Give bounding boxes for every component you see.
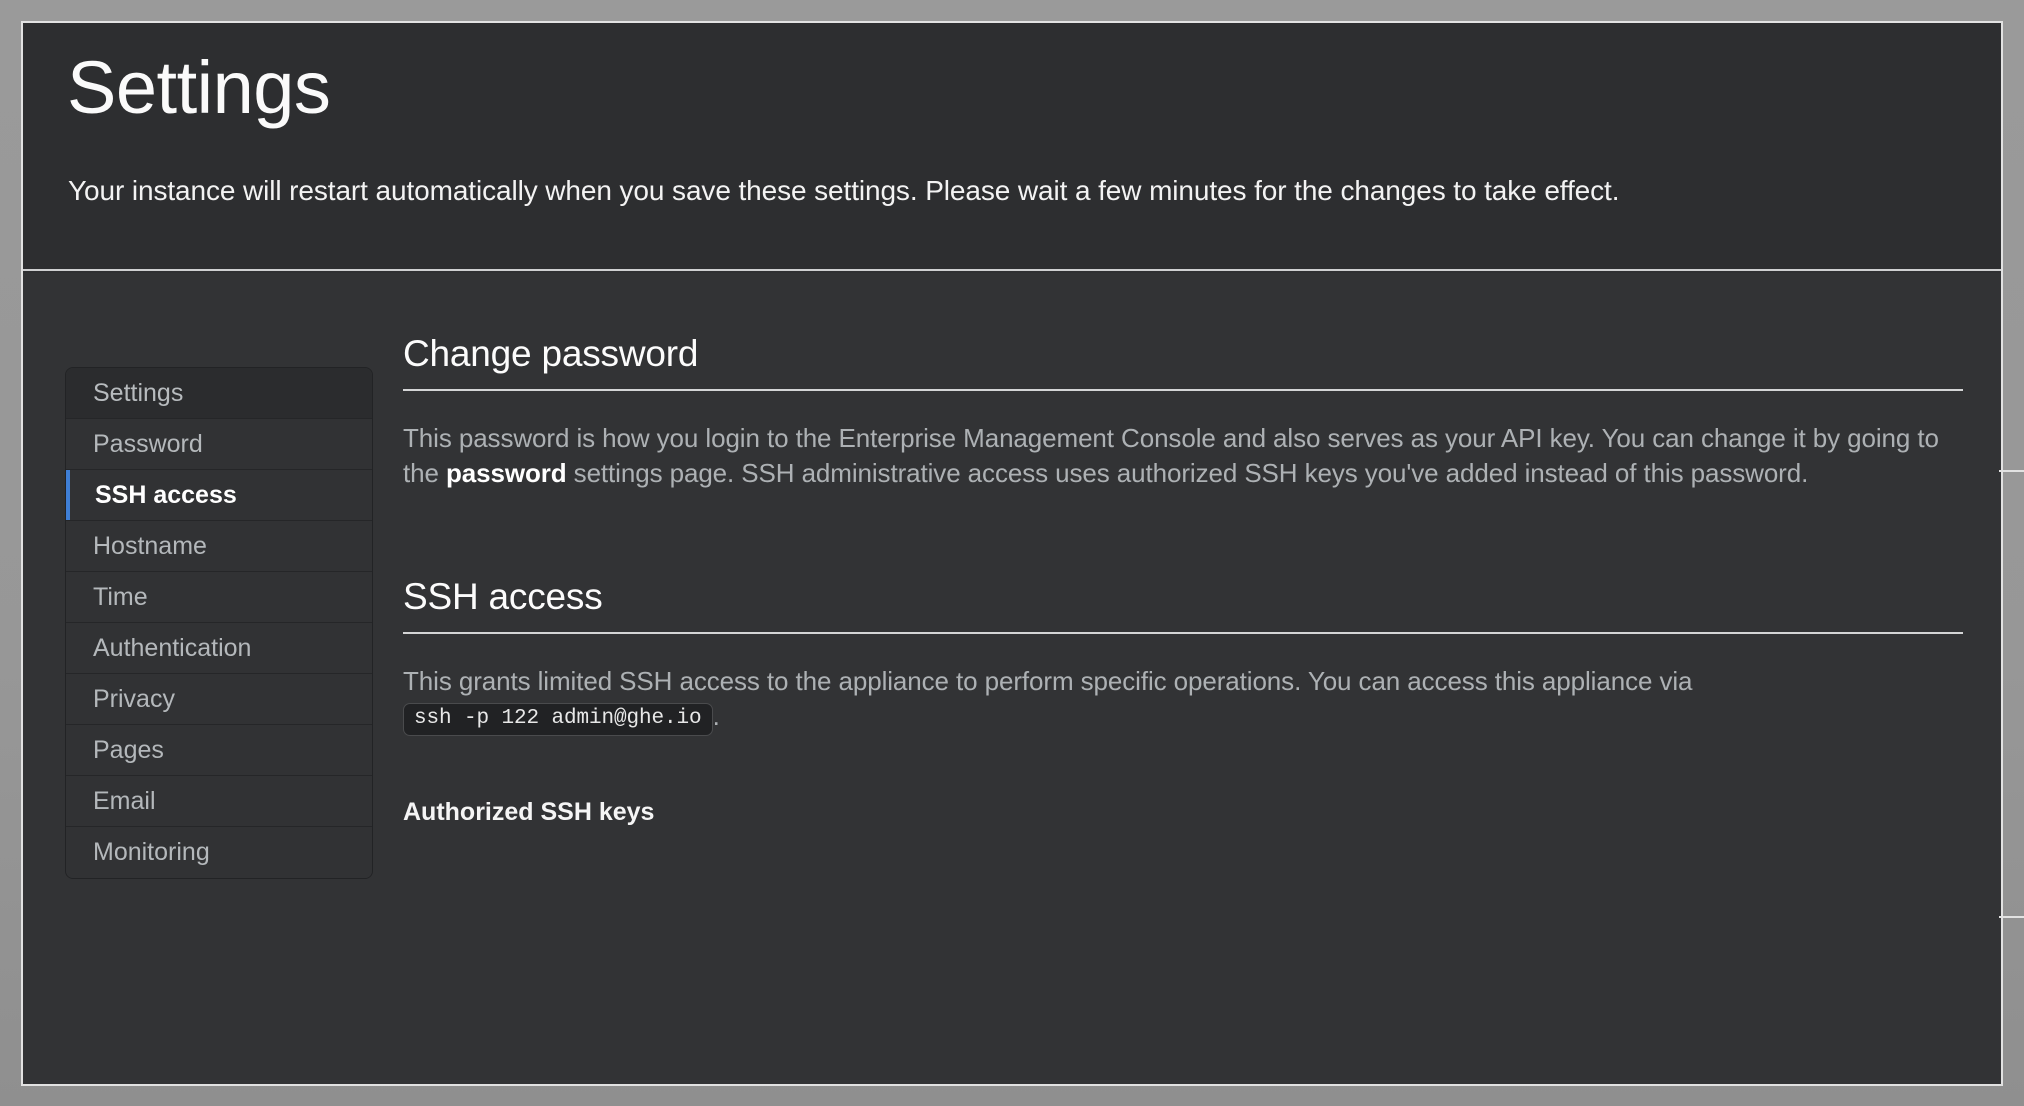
main-content: Change password This password is how you…: [403, 333, 1963, 827]
sidebar-item-monitoring[interactable]: Monitoring: [66, 827, 372, 878]
sidebar-item-label: Privacy: [93, 685, 175, 713]
sidebar-item-hostname[interactable]: Hostname: [66, 521, 372, 572]
description-text-after-link: settings page. SSH administrative access…: [566, 457, 1809, 488]
sidebar-item-label: Settings: [93, 379, 184, 407]
sidebar-item-label: Authentication: [93, 634, 252, 662]
ssh-command-snippet: ssh -p 122 admin@ghe.io: [403, 702, 713, 736]
sidebar-item-password[interactable]: Password: [66, 419, 372, 470]
settings-sidebar: Settings Password SSH access Hostname Ti…: [65, 367, 373, 879]
window-frame-rule-bottom: [1999, 916, 2024, 918]
sidebar-item-label: Time: [93, 583, 148, 611]
password-settings-link[interactable]: password: [446, 458, 567, 488]
page-header: Settings Your instance will restart auto…: [23, 23, 2001, 271]
page-title: Settings: [67, 46, 331, 129]
ssh-access-heading: SSH access: [403, 576, 603, 618]
sidebar-item-time[interactable]: Time: [66, 572, 372, 623]
sidebar-item-label: Hostname: [93, 532, 207, 560]
sidebar-item-ssh-access[interactable]: SSH access: [66, 470, 372, 521]
sidebar-item-label: Password: [93, 430, 203, 458]
sidebar-item-label: Email: [93, 787, 156, 815]
authorized-ssh-keys-heading: Authorized SSH keys: [403, 797, 655, 826]
sidebar-item-privacy[interactable]: Privacy: [66, 674, 372, 725]
ssh-access-section: SSH access This grants limited SSH acces…: [403, 576, 1963, 827]
screen-root: Settings Your instance will restart auto…: [0, 0, 2024, 1106]
change-password-section: Change password This password is how you…: [403, 333, 1963, 490]
section-divider: [403, 632, 1963, 635]
sidebar-item-label: Monitoring: [93, 838, 210, 866]
ssh-description-text-after-code: .: [712, 700, 720, 731]
window-frame-rule-top: [1999, 470, 2024, 472]
management-console-page: Settings Your instance will restart auto…: [23, 23, 2001, 1084]
sidebar-item-email[interactable]: Email: [66, 776, 372, 827]
change-password-heading: Change password: [403, 333, 699, 374]
page-subtitle: Your instance will restart automatically…: [68, 175, 1620, 206]
subsection-spacer: [403, 736, 1963, 798]
section-divider: [403, 389, 1963, 391]
page-body: Settings Password SSH access Hostname Ti…: [23, 273, 2001, 1084]
ssh-access-description: This grants limited SSH access to the ap…: [403, 664, 1963, 736]
sidebar-item-label: SSH access: [95, 481, 237, 509]
sidebar-item-authentication[interactable]: Authentication: [66, 623, 372, 674]
change-password-description: This password is how you login to the En…: [403, 421, 1963, 490]
ssh-description-text-before-code: This grants limited SSH access to the ap…: [403, 666, 1693, 697]
sidebar-item-pages[interactable]: Pages: [66, 725, 372, 776]
sidebar-item-label: Pages: [93, 736, 164, 764]
sidebar-item-settings[interactable]: Settings: [66, 368, 372, 419]
